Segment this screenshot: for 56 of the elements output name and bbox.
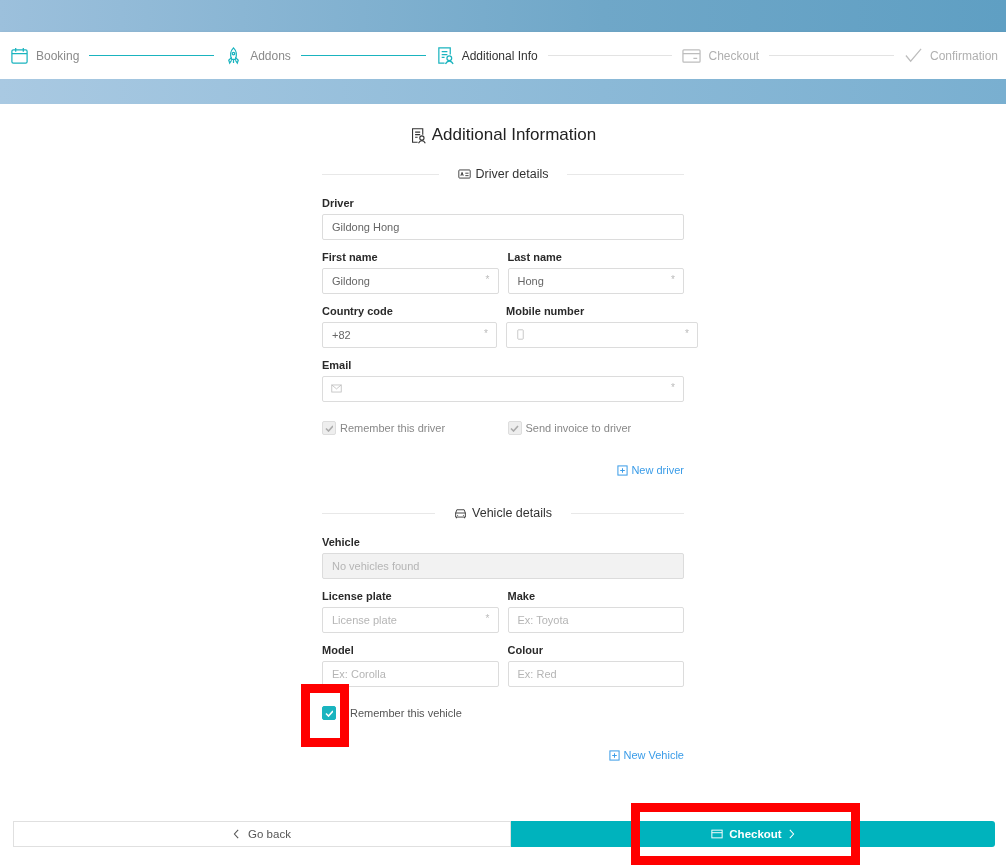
checkbox-label: Send invoice to driver bbox=[525, 422, 632, 434]
required-mark: * bbox=[485, 274, 490, 285]
plus-square-icon bbox=[609, 749, 621, 761]
checkmark-icon bbox=[324, 424, 334, 432]
add-link[interactable]: New driver bbox=[617, 464, 684, 476]
field-label: Driver bbox=[322, 197, 355, 209]
checkmark-icon bbox=[510, 424, 519, 432]
checkmark-icon bbox=[903, 46, 923, 65]
field-label: Email bbox=[322, 359, 353, 371]
add-link[interactable]: New Vehicle bbox=[609, 749, 684, 761]
input-field[interactable]: Ex: Red bbox=[507, 661, 684, 687]
checkout-button[interactable]: Checkout bbox=[511, 821, 995, 847]
required-mark: * bbox=[671, 274, 675, 285]
step-item[interactable]: Additional Info bbox=[435, 46, 538, 65]
phone-icon bbox=[515, 329, 526, 340]
chevron-right-icon bbox=[787, 829, 795, 839]
step-item[interactable]: Confirmation bbox=[903, 46, 998, 65]
section-heading: Driver details bbox=[475, 167, 549, 181]
input-field[interactable]: Ex: Corolla bbox=[322, 661, 499, 687]
page-title: Additional Information bbox=[431, 125, 597, 145]
plus-square-icon bbox=[617, 464, 629, 476]
input-field[interactable]: Gildong Hong bbox=[322, 214, 684, 240]
field-label: First name bbox=[322, 251, 379, 263]
go-back-button[interactable]: Go back bbox=[13, 821, 511, 847]
field-label: Make bbox=[507, 590, 537, 602]
chevron-left-icon bbox=[233, 829, 241, 839]
step-item[interactable]: Addons bbox=[224, 46, 291, 65]
field-label: Mobile number bbox=[506, 305, 586, 317]
field-label: Vehicle bbox=[322, 536, 361, 548]
car-icon bbox=[454, 507, 468, 519]
document-icon bbox=[409, 126, 427, 144]
input-field[interactable] bbox=[322, 376, 684, 402]
checkbox-label: Remember this driver bbox=[340, 422, 446, 434]
step-item[interactable]: Booking bbox=[10, 46, 80, 65]
required-mark: * bbox=[685, 328, 689, 339]
id-card-icon bbox=[457, 168, 471, 180]
section-heading: Vehicle details bbox=[472, 506, 552, 520]
checkmark-icon bbox=[324, 709, 334, 717]
step-item[interactable]: Checkout bbox=[682, 46, 760, 65]
checkbox-label: Remember this vehicle bbox=[350, 707, 462, 719]
credit-card-icon bbox=[711, 829, 724, 839]
input-field[interactable] bbox=[506, 322, 698, 348]
input-field[interactable]: Ex: Toyota bbox=[507, 607, 684, 633]
field-label: Colour bbox=[507, 644, 544, 656]
required-mark: * bbox=[485, 613, 490, 624]
field-label: License plate bbox=[322, 590, 393, 602]
checkbox[interactable] bbox=[322, 706, 336, 720]
credit-card-icon bbox=[682, 46, 702, 65]
required-mark: * bbox=[484, 328, 488, 339]
calendar-icon bbox=[10, 46, 29, 65]
field-label: Country code bbox=[322, 305, 394, 317]
field-label: Last name bbox=[507, 251, 563, 263]
field-label: Model bbox=[322, 644, 355, 656]
required-mark: * bbox=[671, 382, 675, 393]
document-icon bbox=[435, 46, 455, 65]
mail-icon bbox=[331, 383, 342, 394]
